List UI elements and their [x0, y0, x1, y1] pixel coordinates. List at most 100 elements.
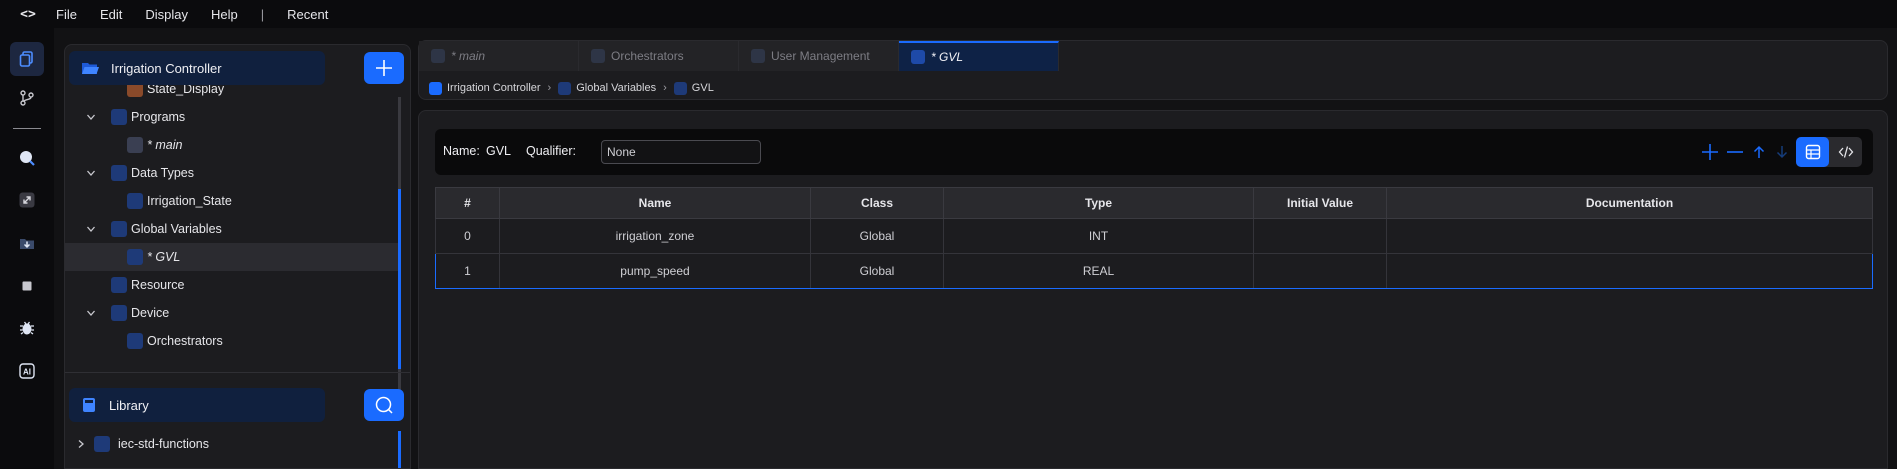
menu-help[interactable]: Help: [211, 7, 238, 22]
tree-item[interactable]: Programs: [65, 103, 401, 131]
panel-divider[interactable]: [65, 372, 410, 373]
tree-item-label: Programs: [131, 110, 186, 124]
qualifier-label: Qualifier:: [526, 144, 577, 158]
cell-type[interactable]: INT: [943, 218, 1254, 254]
tree-item-label: Device: [131, 306, 170, 320]
code-view-icon[interactable]: [1829, 137, 1862, 167]
cell-class[interactable]: Global: [810, 218, 944, 254]
table-row[interactable]: 0 irrigation_zone Global INT: [435, 218, 1873, 254]
ai-icon-label: AI: [23, 368, 31, 377]
project-header[interactable]: Irrigation Controller: [69, 51, 325, 85]
cell-name[interactable]: pump_speed: [499, 253, 811, 289]
folder-open-icon: [82, 63, 99, 74]
debug-icon[interactable]: [10, 311, 44, 345]
tree-scrollbar-thumb[interactable]: [398, 189, 401, 369]
library-item[interactable]: iec-std-functions: [65, 430, 401, 458]
column-header-type[interactable]: Type: [943, 187, 1254, 219]
column-header-initial-value[interactable]: Initial Value: [1253, 187, 1387, 219]
breadcrumb-project[interactable]: Irrigation Controller: [447, 82, 541, 94]
column-header-index[interactable]: #: [435, 187, 500, 219]
tree-item[interactable]: Irrigation_State: [65, 187, 401, 215]
tree-item[interactable]: Device: [65, 299, 401, 327]
editor-tab[interactable]: Orchestrators: [579, 41, 739, 71]
expand-icon[interactable]: [10, 183, 44, 217]
editor-tab[interactable]: * main: [419, 41, 579, 71]
source-control-icon[interactable]: [10, 81, 44, 115]
chevron-down-icon[interactable]: [86, 168, 96, 178]
tree-item-label: Resource: [131, 278, 185, 292]
project-title: Irrigation Controller: [111, 60, 222, 76]
name-label: Name:: [443, 144, 480, 158]
library-package-icon: [94, 436, 110, 452]
breadcrumb-global-variables[interactable]: Global Variables: [576, 82, 656, 94]
tree-item-label: * GVL: [147, 250, 181, 264]
library-scrollbar-thumb[interactable]: [398, 431, 401, 468]
remove-row-icon[interactable]: [1724, 141, 1746, 163]
files-icon[interactable]: [10, 42, 44, 76]
cell-name[interactable]: irrigation_zone: [499, 218, 811, 254]
users-icon: [751, 49, 765, 63]
menu-display[interactable]: Display: [145, 7, 188, 22]
table-row[interactable]: 1 pump_speed Global REAL: [435, 253, 1873, 289]
tree-item[interactable]: Data Types: [65, 159, 401, 187]
menu-edit[interactable]: Edit: [100, 7, 122, 22]
add-row-icon[interactable]: [1699, 141, 1721, 163]
variables-editor: Name: GVL Qualifier: None # Name Class T…: [418, 110, 1888, 469]
library-header[interactable]: Library: [69, 388, 325, 422]
program-file-icon: [127, 137, 143, 153]
cell-type[interactable]: REAL: [943, 253, 1254, 289]
column-header-documentation[interactable]: Documentation: [1386, 187, 1873, 219]
project-tree: State_Display Programs * main Data Types Irr…: [65, 85, 405, 412]
library-search-button[interactable]: [364, 389, 404, 421]
chevron-right-icon: ›: [663, 82, 667, 94]
chevron-down-icon[interactable]: [86, 112, 96, 122]
device-icon: [111, 305, 127, 321]
cell-initial-value[interactable]: [1253, 253, 1387, 289]
menu-recent[interactable]: Recent: [287, 7, 328, 22]
editor-tab-label: Orchestrators: [611, 49, 684, 63]
menu-file[interactable]: File: [56, 7, 77, 22]
search-icon[interactable]: [10, 141, 44, 175]
ai-icon[interactable]: AI: [10, 354, 44, 388]
cell-initial-value[interactable]: [1253, 218, 1387, 254]
tree-item[interactable]: Orchestrators: [65, 327, 401, 355]
tree-item[interactable]: * main: [65, 131, 401, 159]
move-up-icon[interactable]: [1748, 141, 1770, 163]
tree-item[interactable]: * GVL: [65, 243, 401, 271]
chevron-down-icon[interactable]: [86, 308, 96, 318]
table-header-row: # Name Class Type Initial Value Document…: [435, 187, 1873, 219]
app-logo-icon[interactable]: <>: [0, 7, 56, 22]
qualifier-select[interactable]: None: [601, 140, 761, 164]
editor-tab[interactable]: User Management: [739, 41, 899, 71]
tree-item[interactable]: State_Display: [65, 85, 401, 103]
breadcrumb: Irrigation Controller › Global Variables…: [429, 79, 714, 97]
tree-item[interactable]: Resource: [65, 271, 401, 299]
tree-item-label: Data Types: [131, 166, 195, 180]
library-item-label: iec-std-functions: [118, 437, 210, 451]
editor-tab-label: * main: [451, 49, 486, 63]
table-view-icon[interactable]: [1796, 137, 1829, 167]
chevron-down-icon[interactable]: [86, 224, 96, 234]
rail-divider: [13, 128, 41, 129]
tree-scrollbar[interactable]: [398, 97, 401, 415]
cell-documentation[interactable]: [1386, 253, 1873, 289]
column-header-name[interactable]: Name: [499, 187, 811, 219]
gvl-file-icon: [911, 50, 925, 64]
column-header-class[interactable]: Class: [810, 187, 944, 219]
plc-icon: [429, 81, 442, 95]
add-item-button[interactable]: [364, 52, 404, 84]
tree-item-label: * main: [147, 138, 183, 152]
global-variables-icon: [558, 81, 572, 95]
editor-header: Name: GVL Qualifier: None: [435, 129, 1873, 175]
cell-index: 0: [435, 218, 500, 254]
cell-documentation[interactable]: [1386, 218, 1873, 254]
search-icon: [375, 396, 393, 414]
tree-item[interactable]: Global Variables: [65, 215, 401, 243]
chevron-right-icon[interactable]: [76, 439, 86, 449]
download-icon[interactable]: [10, 226, 44, 260]
breadcrumb-gvl[interactable]: GVL: [692, 82, 714, 94]
move-down-icon[interactable]: [1771, 141, 1793, 163]
cell-class[interactable]: Global: [810, 253, 944, 289]
stop-icon[interactable]: [10, 269, 44, 303]
editor-tab[interactable]: * GVL: [899, 41, 1059, 71]
